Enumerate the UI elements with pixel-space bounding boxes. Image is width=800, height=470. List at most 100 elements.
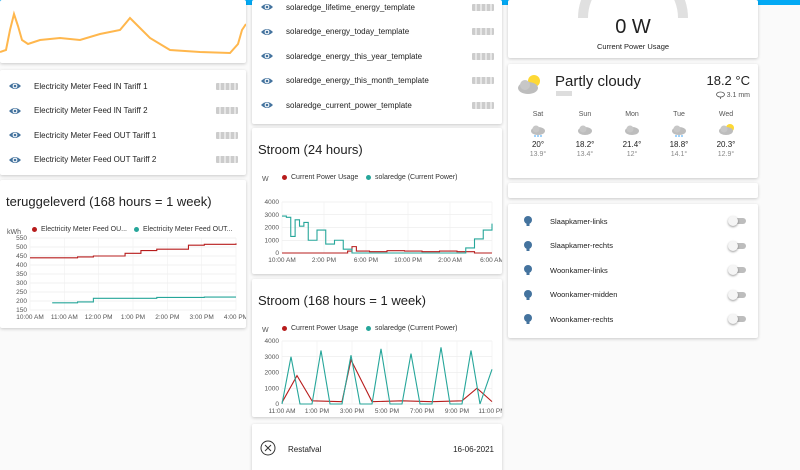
mid_entities-row[interactable]: solaredge_lifetime_energy_template [252,0,502,19]
light-toggle[interactable] [728,314,746,324]
mid_entities-row[interactable]: solaredge_energy_this_year_template [252,44,502,68]
precipitation: 3.1 mm [715,91,750,99]
x-tick-label: 11:00 AM [51,314,78,321]
legend-item-1[interactable]: Current Power Usage [282,325,358,332]
x-tick-label: 6:00 AM [480,257,502,264]
entity-name: Electricity Meter Feed OUT Tariff 2 [34,155,157,164]
light-name: Woonkamer-links [550,265,608,275]
left_entities-row[interactable]: Electricity Meter Feed OUT Tariff 2 [0,148,246,172]
y-tick-label: 2000 [265,225,280,232]
lights-card: Slaapkamer-links Slaapkamer-rechts Woonkam… [508,204,758,338]
eye-icon [9,83,21,89]
entity-name: solaredge_energy_this_month_template [286,76,429,85]
mid_entities-row[interactable]: solaredge_current_power_template [252,93,502,117]
x-tick-label: 2:00 PM [155,314,179,321]
card-title: teruggeleverd (168 hours = 1 week) [6,194,212,209]
left_entities-row[interactable]: Electricity Meter Feed OUT Tariff 1 [0,123,246,147]
stroom-168h-chart[interactable]: 0 1000 2000 3000 4000 11:00 AM 1:00 PM 3:00 PM 5… [252,333,502,417]
precipitation-icon [715,91,725,99]
bulb-icon [524,216,532,226]
cloud-icon [625,125,639,135]
light-toggle[interactable] [728,265,746,275]
x-tick-label: 9:00 PM [445,408,469,415]
eye-icon [261,28,273,35]
restafval-card: Restafval 16-06-2021 [252,424,502,470]
series-line-1[interactable] [282,246,492,254]
light-toggle[interactable] [728,289,746,300]
forecast-high: 18.2° [575,140,595,149]
entity-value-redacted [472,28,494,35]
eye-icon [9,156,21,163]
y-tick-label: 0 [275,401,279,408]
legend-item-1[interactable]: Electricity Meter Feed OU... [32,226,127,233]
mid_entities-row[interactable]: solaredge_energy_today_template [252,20,502,44]
light-row: Slaapkamer-links [508,209,758,233]
light-row: Woonkamer-midden [508,283,758,307]
forecast-day-name: Sat [532,111,544,118]
sparkline-line [0,10,246,55]
teruggeleverd-card: teruggeleverd (168 hours = 1 week) Elect… [0,180,246,328]
mid_entities-row[interactable]: solaredge_energy_this_month_template [252,69,502,93]
entity-value-redacted [472,3,494,11]
forecast-high: 20.3° [716,140,736,149]
series-line-2[interactable] [52,296,236,304]
legend-item-2[interactable]: Electricity Meter Feed OUT... [134,226,232,233]
x-tick-label: 4:00 PM [224,314,246,321]
eye-icon [261,102,273,108]
partly-cloudy-icon [719,124,734,135]
y-tick-label: 3000 [265,212,280,219]
entity-name: Electricity Meter Feed OUT Tariff 1 [34,130,157,140]
partly-cloudy-icon [518,75,540,94]
light-toggle[interactable] [728,240,746,251]
bulb-icon [524,240,532,251]
forecast-low: 13.4° [576,151,594,158]
y-tick-label: 250 [16,289,27,296]
left_entities-row[interactable]: Electricity Meter Feed IN Tariff 1 [0,74,246,98]
legend-item-1[interactable]: Current Power Usage [282,174,358,181]
forecast-day: Tue 18.8° 14.1° [661,111,697,158]
power-gauge-card[interactable]: 0 W Current Power Usage [508,0,758,58]
stroom-168h-card: Stroom (168 hours = 1 week) Current Powe… [252,279,502,417]
forecast-day-name: Wed [718,111,734,118]
entity-name: solaredge_lifetime_energy_template [286,2,415,12]
restafval-date: 16-06-2021 [453,445,494,454]
forecast-day: Wed 20.3° 12.9° [708,111,744,158]
energy-history-sparkline [0,10,246,55]
cloud-rain-icon [531,125,545,137]
x-tick-label: 10:00 AM [268,257,295,264]
forecast-high: 18.8° [669,140,689,149]
entity-value-redacted [472,52,494,60]
entity-value-redacted [216,131,238,139]
legend-item-2[interactable]: solaredge (Current Power) [366,174,457,181]
forecast-low: 12° [626,151,638,158]
eye-icon [261,77,273,84]
energy-history-card-top[interactable] [0,0,246,63]
light-toggle[interactable] [728,216,746,226]
light-name: Woonkamer-rechts [550,314,614,324]
x-tick-label: 12:00 PM [85,314,113,321]
x-tick-label: 2:00 PM [312,257,336,264]
series-line-2[interactable] [282,215,493,254]
entity-value-redacted [472,77,494,84]
y-tick-label: 550 [16,235,27,242]
solaredge-entities-card: solaredge_lifetime_energy_templatesolare… [252,0,502,124]
forecast-day: Sat 20° 13.9° [520,111,556,158]
stroom-24h-chart[interactable]: 0 1000 2000 3000 4000 10:00 AM 2:00 PM 6:00 PM 1… [252,182,502,272]
gauge-value: 0 W [615,16,651,38]
x-tick-label: 1:00 PM [121,314,145,321]
cloud-icon [578,125,592,135]
trash-can-icon [260,440,276,456]
bulb-icon [524,289,532,300]
cloud-rain-icon [672,125,686,137]
y-tick-label: 300 [16,280,27,287]
x-tick-label: 10:00 AM [16,314,43,321]
entity-value-redacted [216,107,238,114]
teruggeleverd-chart[interactable]: 150 200 250 300 350 400 450 500 550 10:00 AM 11:00… [0,234,246,328]
forecast-day: Mon 21.4° 12° [614,111,650,158]
x-tick-label: 1:00 PM [305,408,329,415]
x-tick-label: 6:00 PM [354,257,378,264]
empty-card [508,183,758,198]
legend-item-2[interactable]: solaredge (Current Power) [366,325,457,332]
weather-card[interactable]: Partly cloudy 18.2 °C 3.1 mm Sat 20° 13.9°… [508,64,758,178]
left_entities-row[interactable]: Electricity Meter Feed IN Tariff 2 [0,99,246,123]
